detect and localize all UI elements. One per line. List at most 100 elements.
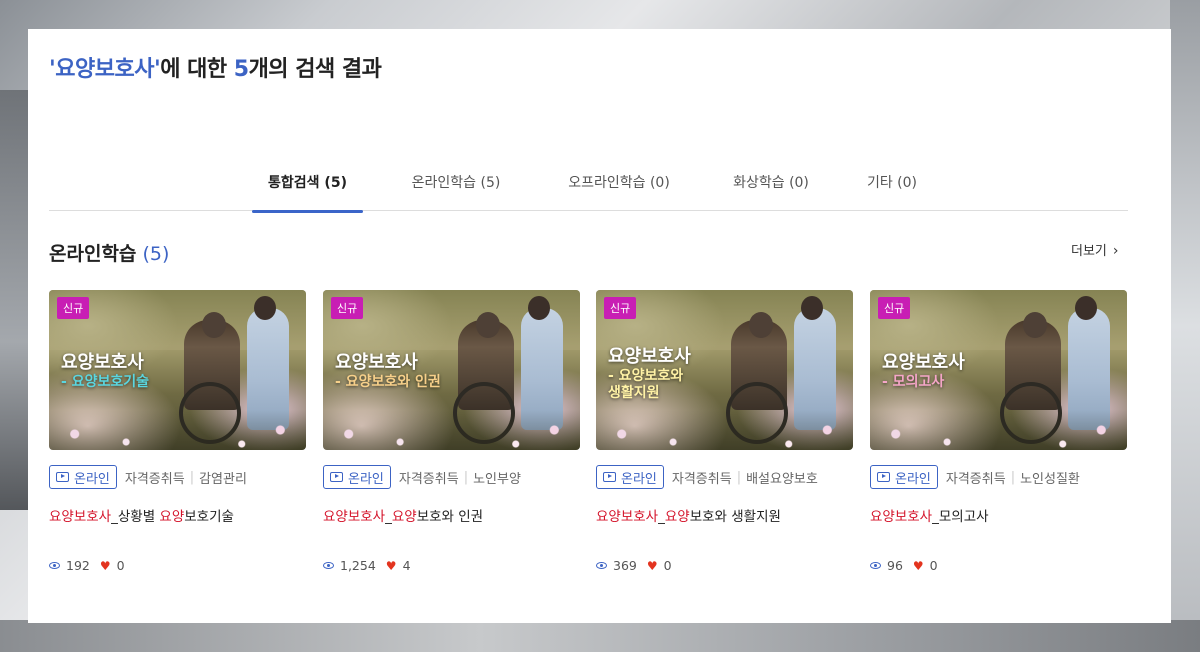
view-count: 96 (887, 558, 903, 573)
title-mid: _모의고사 (932, 509, 989, 525)
title-mid: _ (658, 509, 665, 525)
tab-all[interactable]: 통합검색 (5) (252, 172, 363, 213)
play-icon (330, 472, 343, 482)
course-thumbnail[interactable]: 신규 요양보호사 - 요양보호와 인권 (323, 290, 580, 450)
thumbnail-subtitle: - 요양보호와 인권 (335, 374, 441, 390)
section-title-text: 온라인학습 (49, 243, 137, 265)
course-stats: 192 ♥ 0 (49, 558, 125, 573)
course-title[interactable]: 요양보호사_요양보호와 인권 (323, 505, 483, 525)
heading-text-a: 에 대한 (160, 57, 234, 82)
category-label: 자격증취득 (124, 471, 185, 487)
like-count: 0 (116, 558, 125, 573)
title-end: 보호와 인권 (416, 509, 484, 525)
heading-text-b: 개의 검색 결과 (248, 57, 382, 82)
title-mid: _ (385, 509, 392, 525)
course-stats: 369 ♥ 0 (596, 558, 672, 573)
title-highlight-1: 요양보호사 (596, 509, 659, 525)
course-thumbnail[interactable]: 신규 요양보호사 - 요양보호기술 (49, 290, 306, 450)
new-badge: 신규 (331, 297, 364, 319)
course-meta: 온라인 자격증취득 | 노인부양 (323, 465, 521, 489)
category-label: 자격증취득 (671, 471, 732, 487)
heart-icon: ♥ (912, 558, 924, 573)
tab-online[interactable]: 온라인학습 (5) (401, 172, 511, 210)
section-count: 5 (149, 243, 162, 265)
new-badge: 신규 (57, 297, 90, 319)
course-card[interactable]: 신규 요양보호사 - 모의고사 온라인 자격증취득 | 노인성질환 요양보호사_모의… (870, 290, 1127, 573)
chevron-right-icon: › (1112, 243, 1119, 259)
course-thumbnail[interactable]: 신규 요양보호사 - 요양보호와 생활지원 (596, 290, 853, 450)
play-icon (877, 472, 890, 482)
result-count: 5 (233, 57, 249, 82)
thumbnail-title: 요양보호사 (608, 346, 691, 367)
heart-icon: ♥ (99, 558, 111, 573)
search-result-heading: '요양보호사'에 대한 5개의 검색 결과 (49, 51, 382, 83)
title-highlight-1: 요양보호사 (323, 509, 386, 525)
eye-icon (596, 562, 607, 569)
course-meta: 온라인 자격증취득 | 노인성질환 (870, 465, 1080, 489)
section-title: 온라인학습 (5) (49, 239, 169, 266)
play-icon (603, 472, 616, 482)
new-badge: 신규 (878, 297, 911, 319)
like-count: 4 (402, 558, 411, 573)
tab-offline[interactable]: 오프라인학습 (0) (554, 172, 684, 210)
section-count-close: ) (161, 243, 170, 265)
more-label: 더보기 (1071, 244, 1107, 259)
section-count-open: ( (136, 243, 150, 265)
eye-icon (323, 562, 334, 569)
online-tag[interactable]: 온라인 (596, 465, 664, 489)
course-meta: 온라인 자격증취득 | 감염관리 (49, 465, 247, 489)
like-count: 0 (663, 558, 672, 573)
course-title[interactable]: 요양보호사_요양보호와 생활지원 (596, 505, 781, 525)
view-count: 192 (66, 558, 90, 573)
tab-etc[interactable]: 기타 (0) (857, 172, 927, 210)
subcategory-label: 감염관리 (199, 471, 247, 487)
course-card[interactable]: 신규 요양보호사 - 요양보호와 인권 온라인 자격증취득 | 노인부양 요양보호사… (323, 290, 580, 573)
thumbnail-subtitle: - 요양보호와 생활지원 (608, 368, 684, 401)
heart-icon: ♥ (385, 558, 397, 573)
subcategory-label: 노인성질환 (1020, 471, 1080, 487)
online-tag[interactable]: 온라인 (323, 465, 391, 489)
tab-video[interactable]: 화상학습 (0) (721, 172, 821, 210)
title-highlight-2: 요양 (391, 509, 417, 525)
online-tag-label: 온라인 (74, 471, 110, 487)
title-mid: _상황별 (111, 509, 160, 525)
thumbnail-subtitle: - 모의고사 (882, 374, 945, 390)
online-tag-label: 온라인 (348, 471, 384, 487)
course-meta: 온라인 자격증취득 | 배설요양보호 (596, 465, 818, 489)
eye-icon (49, 562, 60, 569)
title-highlight-2: 요양 (159, 509, 185, 525)
course-title[interactable]: 요양보호사_상황별 요양보호기술 (49, 505, 234, 525)
title-highlight-1: 요양보호사 (870, 509, 933, 525)
result-tabs: 통합검색 (5) 온라인학습 (5) 오프라인학습 (0) 화상학습 (0) 기… (49, 164, 1128, 213)
title-end: 보호와 생활지원 (689, 509, 781, 525)
view-count: 1,254 (340, 558, 376, 573)
online-tag[interactable]: 온라인 (49, 465, 117, 489)
thumbnail-subtitle: - 요양보호기술 (61, 374, 149, 390)
like-count: 0 (929, 558, 938, 573)
search-results-panel: '요양보호사'에 대한 5개의 검색 결과 통합검색 (5) 온라인학습 (5)… (28, 29, 1171, 623)
new-badge: 신규 (604, 297, 637, 319)
play-icon (56, 472, 69, 482)
title-end: 보호기술 (184, 509, 234, 525)
online-tag-label: 온라인 (621, 471, 657, 487)
course-card[interactable]: 신규 요양보호사 - 요양보호기술 온라인 자격증취득 | 감염관리 요양보호사_상… (49, 290, 306, 573)
background-blur-right (1170, 0, 1200, 652)
category-label: 자격증취득 (398, 471, 459, 487)
course-stats: 1,254 ♥ 4 (323, 558, 411, 573)
course-thumbnail[interactable]: 신규 요양보호사 - 모의고사 (870, 290, 1127, 450)
course-stats: 96 ♥ 0 (870, 558, 938, 573)
heart-icon: ♥ (646, 558, 658, 573)
search-keyword: 요양보호사 (55, 57, 154, 82)
subcategory-label: 노인부양 (473, 471, 521, 487)
course-title[interactable]: 요양보호사_모의고사 (870, 505, 989, 525)
subcategory-label: 배설요양보호 (746, 471, 818, 487)
thumbnail-title: 요양보호사 (335, 352, 418, 373)
view-count: 369 (613, 558, 637, 573)
online-tag[interactable]: 온라인 (870, 465, 938, 489)
category-label: 자격증취득 (945, 471, 1006, 487)
course-card[interactable]: 신규 요양보호사 - 요양보호와 생활지원 온라인 자격증취득 | 배설요양보호 요… (596, 290, 853, 573)
eye-icon (870, 562, 881, 569)
title-highlight-2: 요양 (664, 509, 690, 525)
more-link[interactable]: 더보기 › (1071, 240, 1119, 259)
thumbnail-title: 요양보호사 (882, 352, 965, 373)
